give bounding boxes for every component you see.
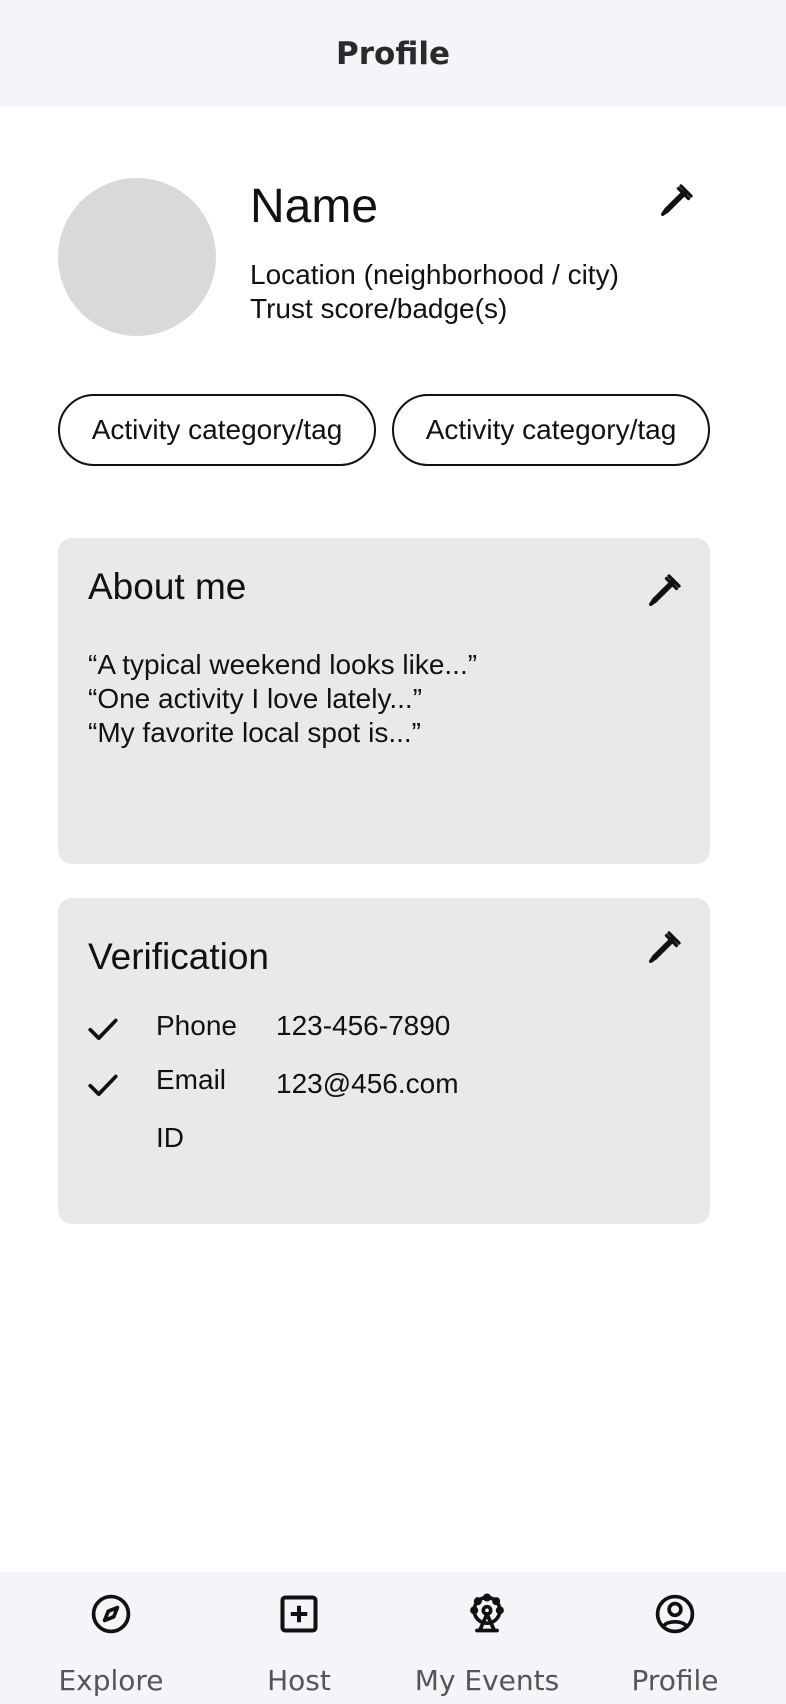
verification-label-id: ID [156, 1122, 184, 1153]
about-prompt: “One activity I love lately...” [88, 683, 423, 714]
edit-about-pencil-icon[interactable] [644, 571, 684, 611]
nav-item-my-events[interactable]: My Events [392, 1572, 582, 1704]
profile-name: Name [250, 180, 379, 233]
about-prompt: “A typical weekend looks like...” [88, 649, 478, 680]
profile-location: Location (neighborhood / city) [250, 259, 619, 290]
check-icon [86, 1012, 120, 1046]
nav-item-profile[interactable]: Profile [580, 1572, 770, 1704]
avatar[interactable] [58, 178, 216, 336]
nav-label: Profile [631, 1664, 719, 1697]
nav-item-explore[interactable]: Explore [16, 1572, 206, 1704]
verification-label-phone: Phone [156, 1010, 237, 1041]
verification-value-email: 123@456.com [276, 1068, 459, 1099]
verification-title: Verification [88, 936, 269, 977]
profile-trust-score: Trust score/badge(s) [250, 293, 508, 324]
user-circle-icon [653, 1592, 697, 1636]
edit-profile-pencil-icon[interactable] [656, 181, 696, 221]
bottom-navigation: Explore Host My Events Profile [0, 1572, 786, 1704]
nav-label: Host [267, 1664, 331, 1697]
about-prompt: “My favorite local spot is...” [88, 717, 421, 748]
page-title: Profile [336, 35, 450, 72]
activity-tag[interactable]: Activity category/tag [58, 394, 376, 466]
nav-label: My Events [414, 1664, 560, 1697]
plus-square-icon [277, 1592, 321, 1636]
verification-label-email: Email [156, 1064, 227, 1095]
verification-card: Verification Phone 123-456-7890 Email 12… [58, 898, 710, 1224]
check-icon [86, 1068, 120, 1102]
verification-value-phone: 123-456-7890 [276, 1010, 451, 1041]
top-app-bar: Profile [0, 0, 786, 107]
nav-item-host[interactable]: Host [204, 1572, 394, 1704]
about-me-card: About me “A typical weekend looks like..… [58, 538, 710, 864]
edit-verification-pencil-icon[interactable] [644, 928, 684, 968]
compass-icon [89, 1592, 133, 1636]
nav-label: Explore [58, 1664, 164, 1697]
ferris-wheel-icon [465, 1592, 509, 1636]
about-me-title: About me [88, 566, 247, 607]
activity-tag[interactable]: Activity category/tag [392, 394, 710, 466]
